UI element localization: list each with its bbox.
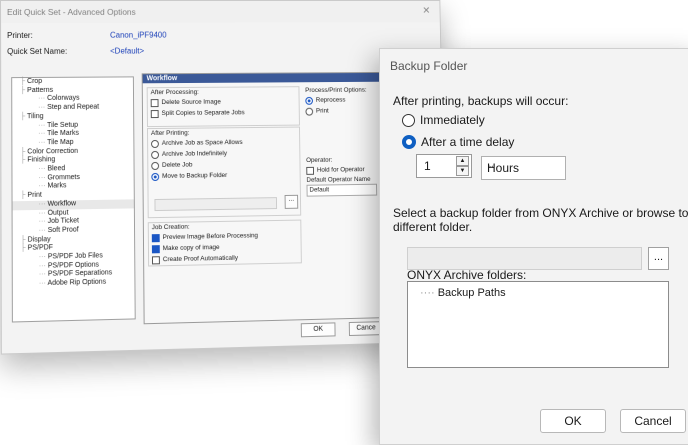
archive-folders-list[interactable]: Backup Paths [407,281,669,368]
backup-path-field[interactable] [407,247,642,270]
radio-icon[interactable] [151,150,159,158]
radio-label: Archive Job as Space Allows [162,139,243,147]
browse-button[interactable]: ... [285,195,299,209]
after-printing-group: After Printing: Archive Job as Space All… [147,127,301,219]
checkbox-label: Delete Source Image [161,99,220,106]
window-title: Edit Quick Set - Advanced Options [7,7,136,17]
checkbox-label: Create Proof Automatically [163,255,238,264]
radio-icon[interactable] [305,96,313,104]
print-radio[interactable]: Print [303,105,379,116]
workflow-panel: Workflow After Processing: Delete Source… [142,72,388,324]
radio-label: After a time delay [421,135,514,149]
quickset-value: <Default> [110,47,144,56]
radio-icon[interactable] [402,114,415,127]
backup-folder-dialog: Backup Folder ✕ After printing, backups … [379,48,688,445]
checkbox-label: Split Copies to Separate Jobs [162,109,245,117]
cancel-button[interactable]: Cancel [620,409,686,433]
workflow-header: Workflow [143,73,383,83]
spin-down-icon[interactable]: ▼ [456,166,469,176]
window-titlebar: Edit Quick Set - Advanced Options ✕ [1,1,440,23]
radio-icon[interactable] [305,107,313,115]
checkbox-icon[interactable] [152,256,160,264]
select-folder-text: Select a backup folder from ONYX Archive… [393,206,688,220]
split-copies-checkbox[interactable]: Split Copies to Separate Jobs [148,107,299,119]
radio-selected-icon[interactable] [402,135,416,149]
chevron-down-icon: ⌄ [487,160,558,171]
checkbox-icon[interactable] [152,245,160,253]
operator-group: Operator: Hold for Operator Default Oper… [303,155,380,210]
quickset-label: Quick Set Name: [7,47,67,56]
job-creation-group: Job Creation: Preview Image Before Proce… [148,220,302,267]
immediately-radio[interactable]: Immediately [402,113,485,127]
radio-icon[interactable] [151,172,159,180]
radio-label: Reprocess [316,97,346,104]
checkbox-icon[interactable] [306,166,314,174]
dialog-title: Backup Folder [390,59,467,73]
backup-path-field[interactable] [154,197,277,211]
after-printing-text: After printing, backups will occur: [393,94,568,108]
ok-button[interactable]: OK [301,322,336,337]
checkbox-label: Hold for Operator [317,166,365,174]
delay-value: 1 [424,159,431,173]
tree-item[interactable]: Adobe Rip Options [13,278,135,290]
radio-icon[interactable] [151,161,159,169]
checkbox-label: Make copy of image [163,244,220,252]
list-item[interactable]: Backup Paths [420,287,506,299]
options-tree[interactable]: Crop Patterns Colorways Step and Repeat … [11,76,136,322]
browse-button[interactable]: ... [648,247,669,270]
checkbox-icon[interactable] [152,234,160,242]
move-backup-radio[interactable]: Move to Backup Folder [148,169,299,182]
printer-value: Canon_iPF9400 [110,31,167,40]
process-print-group: Process/Print Options: Reprocess Print [302,86,379,126]
archive-folders-label: ONYX Archive folders: [407,268,526,282]
default-operator-input[interactable]: Default [307,184,378,197]
radio-label: Archive Job Indefinitely [162,150,227,158]
spin-up-icon[interactable]: ▲ [456,156,469,166]
time-delay-radio[interactable]: After a time delay [402,135,514,149]
select-folder-text-2: different folder. [393,220,472,234]
radio-icon[interactable] [151,139,159,147]
checkbox-label: Preview Image Before Processing [163,232,258,241]
radio-label: Delete Job [162,161,192,168]
checkbox-icon[interactable] [151,110,159,118]
ok-button[interactable]: OK [540,409,606,433]
checkbox-icon[interactable] [151,99,159,107]
create-proof-checkbox[interactable]: Create Proof Automatically [149,251,301,265]
close-icon[interactable]: ✕ [422,6,430,17]
after-processing-group: After Processing: Delete Source Image Sp… [147,86,300,127]
reprocess-radio[interactable]: Reprocess [302,94,378,105]
delay-stepper[interactable]: 1 ▲ ▼ [416,154,472,178]
radio-label: Move to Backup Folder [162,172,227,180]
radio-label: Immediately [420,113,485,127]
printer-label: Printer: [7,31,33,40]
radio-label: Print [316,108,329,115]
delay-unit-select[interactable]: Hours ⌄ [481,156,566,180]
